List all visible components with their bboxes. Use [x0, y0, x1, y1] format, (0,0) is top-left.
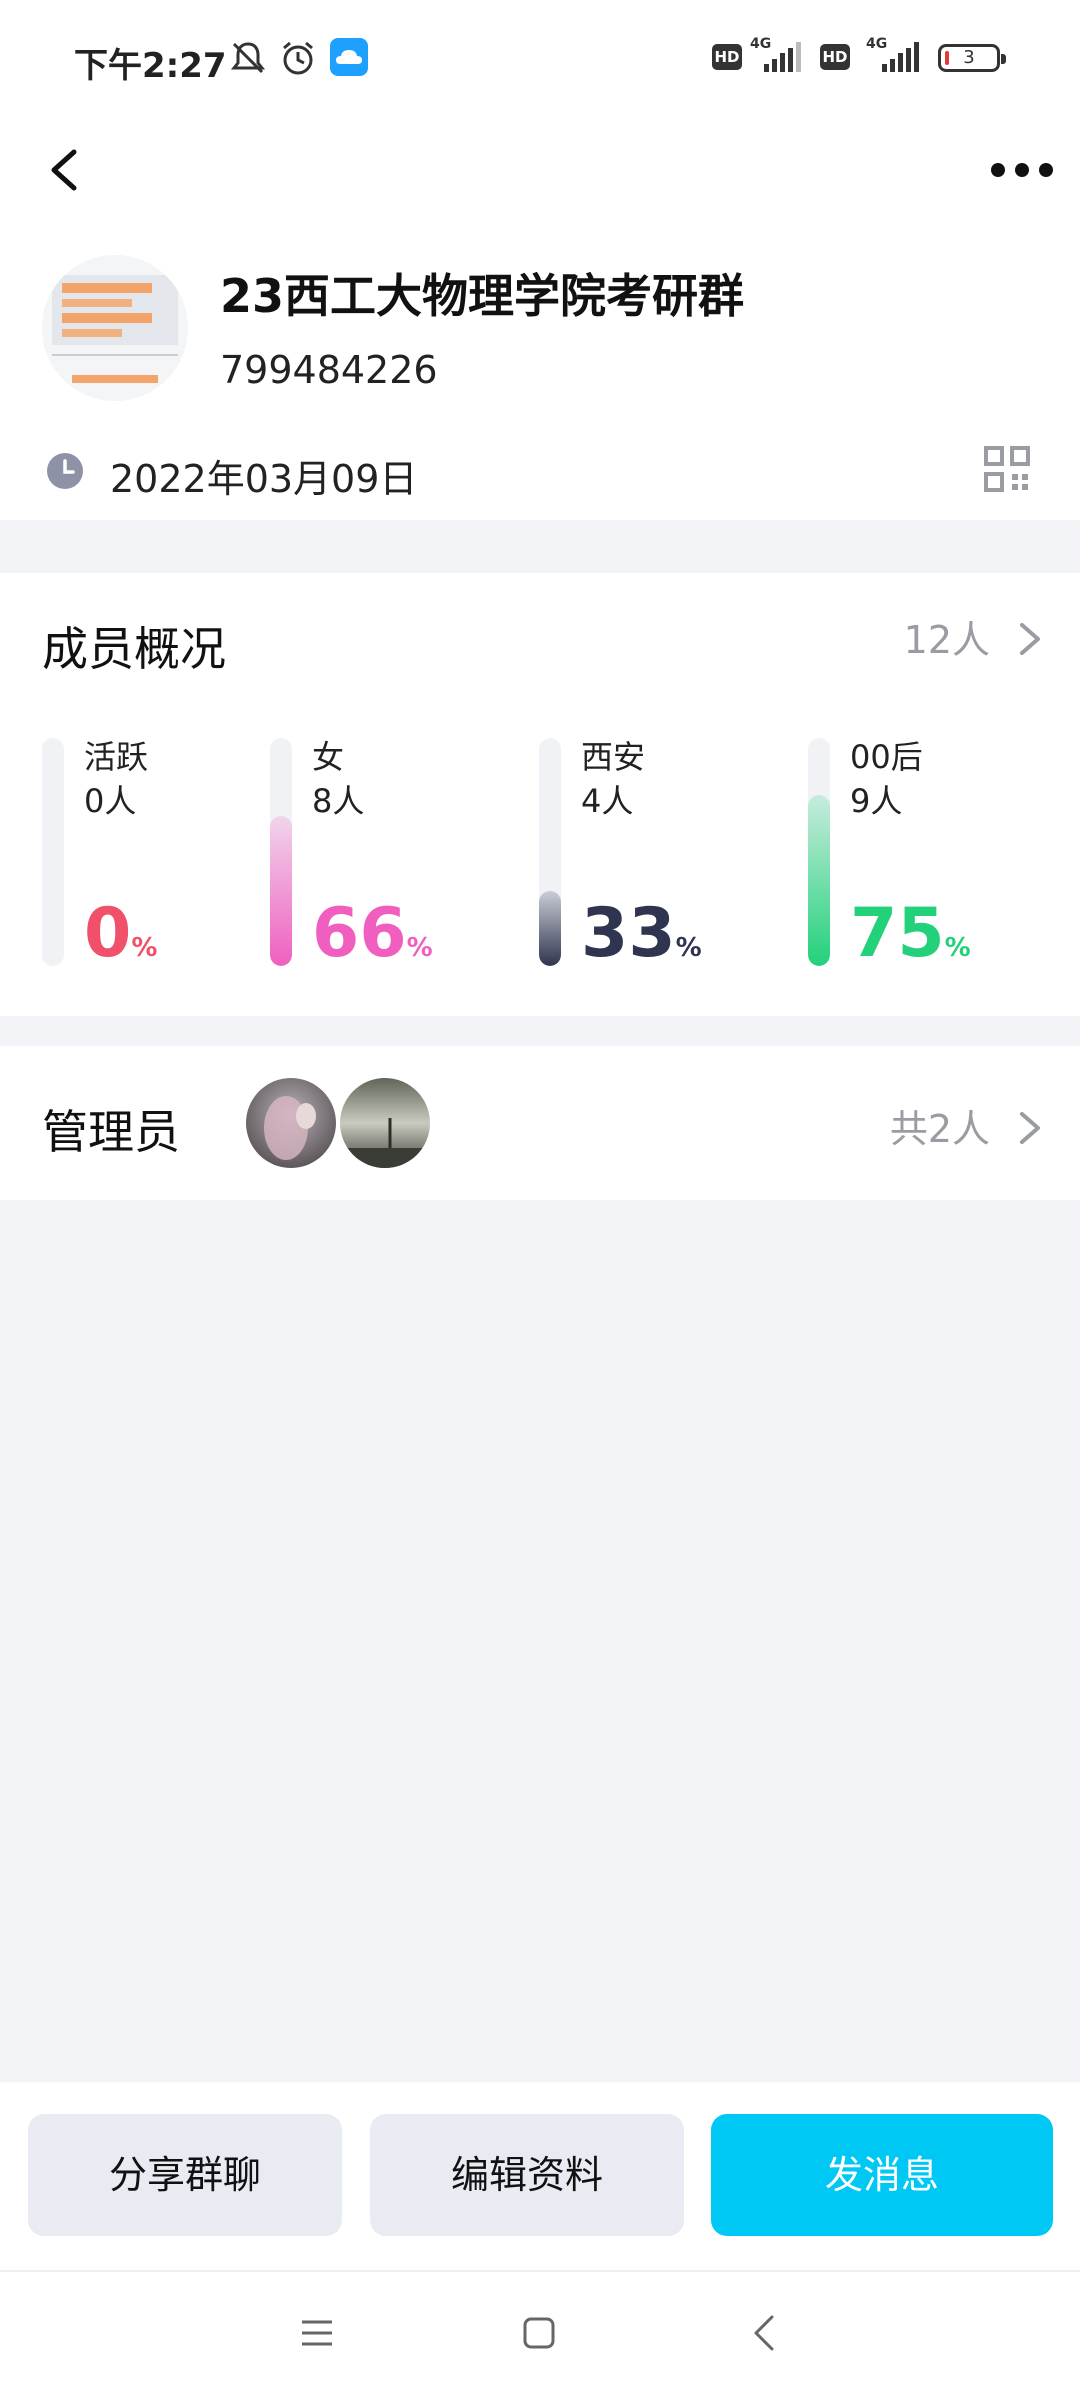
stat-post00-fill [808, 795, 830, 966]
stat-count: 9人 [850, 782, 903, 820]
chevron-right-icon [1020, 1112, 1040, 1144]
group-id: 799484226 [220, 348, 438, 392]
stat-female: 女 8人 66% [270, 738, 510, 970]
alarm-icon [283, 41, 313, 75]
status-bar: 下午2:27 HD 4G HD 4G 3 [0, 0, 1080, 120]
group-avatar[interactable] [42, 255, 188, 401]
stat-label: 00后 [850, 738, 923, 776]
group-profile-page: 下午2:27 HD 4G HD 4G 3 23西工大物理学院考研群 799484… [0, 0, 1080, 2400]
stat-label: 西安 [581, 738, 646, 776]
stat-xian-fill [539, 891, 561, 966]
stat-post00: 00后 9人 75% [808, 738, 1048, 970]
admin-avatar-1[interactable] [246, 1078, 336, 1168]
stat-count: 0人 [84, 782, 137, 820]
nav-back-icon[interactable] [752, 2314, 776, 2352]
qr-code-icon[interactable] [984, 446, 1030, 492]
more-icon[interactable] [988, 150, 1058, 190]
signal-icon-2 [882, 42, 919, 72]
status-time: 下午2:27 [74, 46, 227, 86]
stat-percent: 75% [850, 894, 971, 973]
member-count: 12人 [903, 618, 990, 662]
battery-level: 3 [963, 47, 975, 68]
cloud-icon [330, 38, 368, 76]
back-icon[interactable] [40, 130, 90, 210]
edit-profile-button[interactable]: 编辑资料 [370, 2114, 684, 2236]
stat-percent: 66% [312, 894, 433, 973]
chevron-right-icon [1020, 623, 1040, 655]
admin-count: 共2人 [889, 1107, 990, 1151]
battery-icon: 3 [938, 44, 1006, 72]
hd-badge-2: HD [820, 44, 850, 70]
hd-badge-1: HD [712, 44, 742, 70]
stat-xian: 西安 4人 33% [539, 738, 779, 970]
stat-percent: 0% [84, 894, 158, 973]
member-overview-title: 成员概况 [42, 622, 226, 676]
menu-icon[interactable] [300, 2318, 334, 2348]
clock-icon [47, 453, 83, 489]
stat-label: 活跃 [84, 738, 149, 776]
stat-percent: 33% [581, 894, 702, 973]
home-icon[interactable] [522, 2316, 556, 2350]
group-profile-card: 23西工大物理学院考研群 799484226 2022年03月09日 [0, 220, 1080, 520]
share-group-button[interactable]: 分享群聊 [28, 2114, 342, 2236]
signal-icon-1 [764, 42, 801, 72]
group-name: 23西工大物理学院考研群 [220, 269, 745, 323]
member-overview[interactable]: 成员概况 12人 活跃 0人 0% 女 8人 66% 西安 4人 33% 00后… [0, 573, 1080, 1016]
stat-label: 女 [312, 738, 345, 776]
admins-title: 管理员 [42, 1105, 180, 1159]
admin-avatar-2[interactable] [340, 1078, 430, 1168]
system-navigation-bar [0, 2272, 1080, 2400]
stat-count: 4人 [581, 782, 634, 820]
send-message-button[interactable]: 发消息 [711, 2114, 1053, 2236]
action-bar: 分享群聊 编辑资料 发消息 [0, 2082, 1080, 2272]
created-date: 2022年03月09日 [110, 457, 418, 501]
stat-active: 活跃 0人 0% [42, 738, 282, 970]
mute-icon [230, 42, 266, 74]
stat-female-fill [270, 816, 292, 966]
stat-count: 8人 [312, 782, 365, 820]
admins-row[interactable]: 管理员 共2人 [0, 1046, 1080, 1200]
